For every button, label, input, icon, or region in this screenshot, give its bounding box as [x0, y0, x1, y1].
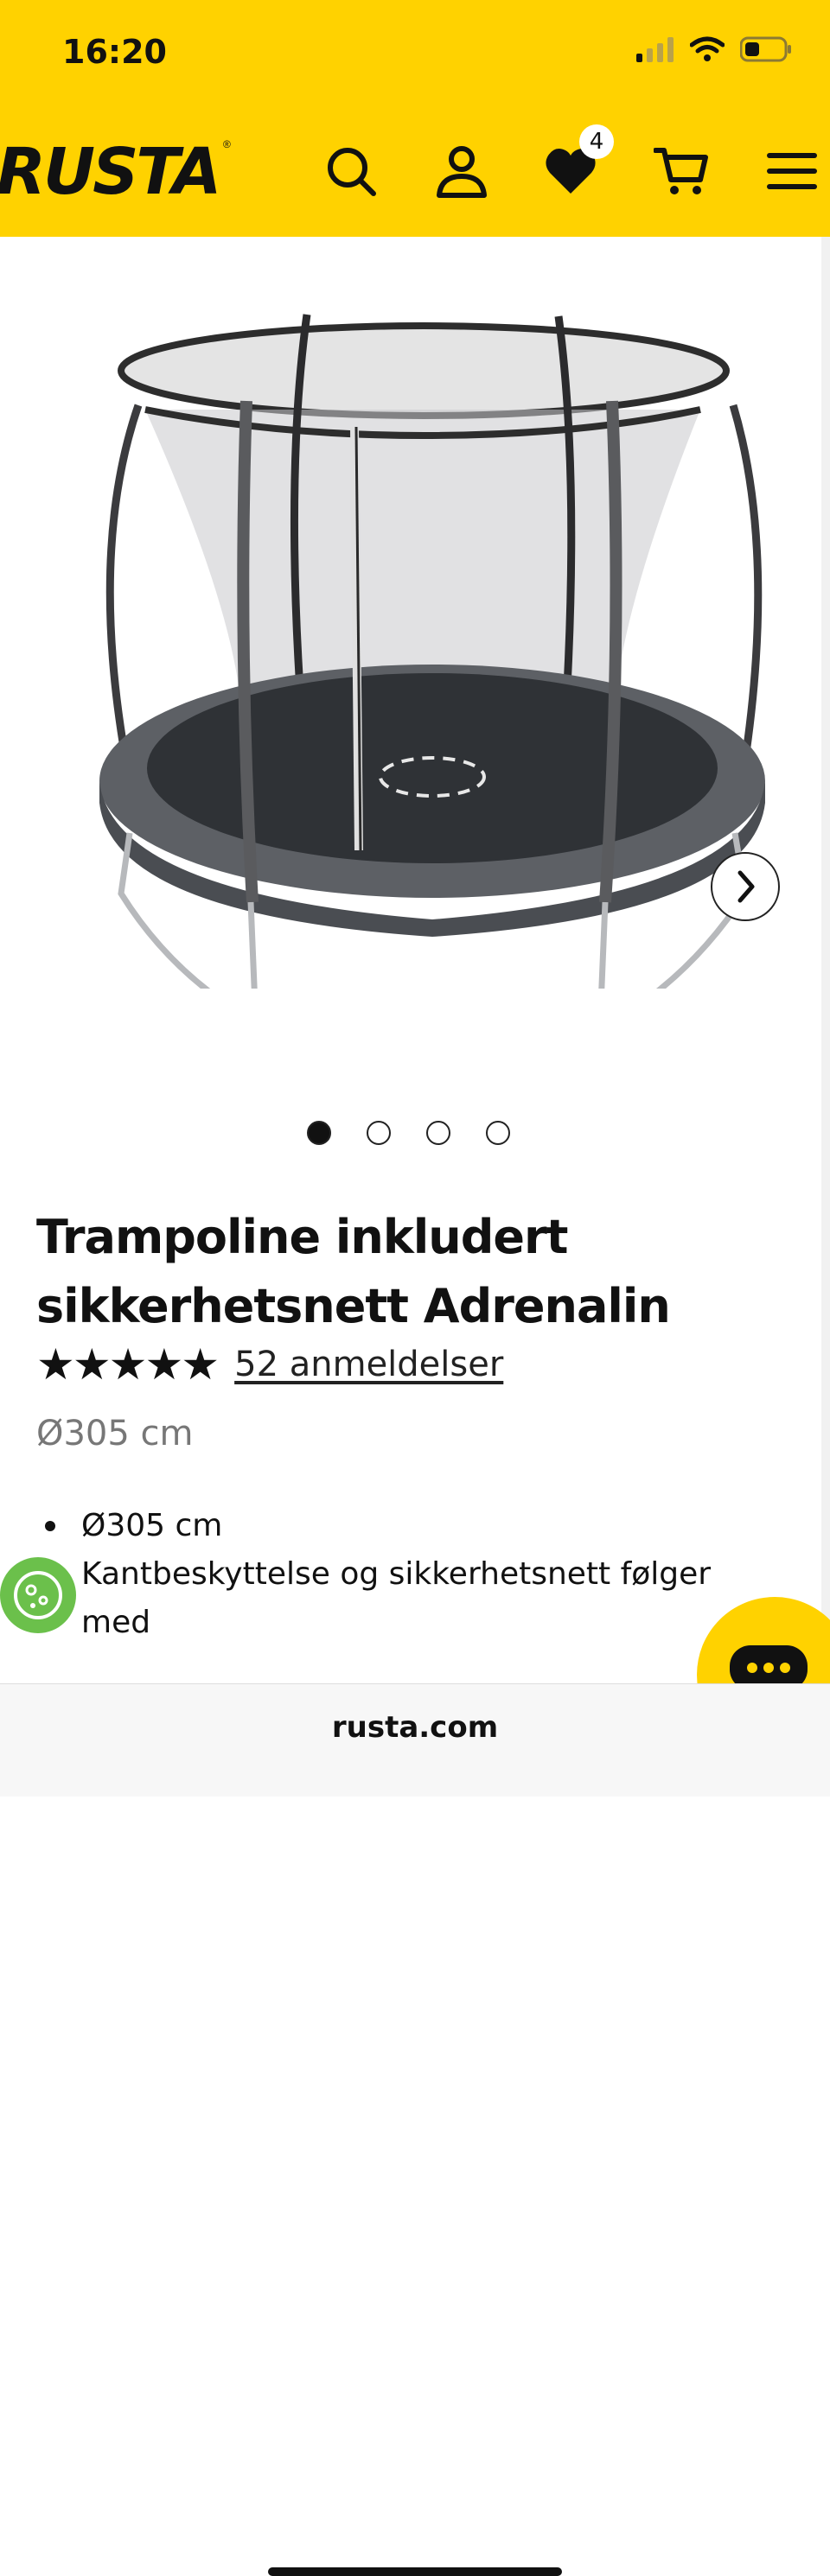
wishlist-count-badge: 4: [579, 124, 614, 159]
site-header: RUSTA ®: [0, 104, 830, 237]
signal-icon: [636, 37, 674, 62]
trampoline-product-image: [99, 314, 765, 989]
rating-stars: ★★★★★: [36, 1340, 220, 1389]
status-icons: [636, 36, 792, 62]
feature-item: Kantbeskyttelse og sikkerhetsnett følger…: [36, 1550, 745, 1647]
rating-row: ★★★★★ 52 anmeldelser: [36, 1339, 503, 1390]
search-icon[interactable]: [323, 143, 379, 199]
gallery-dot-3[interactable]: [426, 1121, 450, 1145]
battery-icon: [740, 36, 791, 62]
chevron-right-icon: [737, 870, 755, 903]
product-title: Trampoline inkludert sikkerhetsnett Adre…: [36, 1210, 671, 1333]
product-variant: Ø305 cm: [36, 1414, 194, 1453]
reviews-link[interactable]: 52 anmeldelser: [234, 1345, 503, 1384]
registered-mark: ®: [223, 138, 231, 150]
home-indicator: [268, 2567, 562, 2576]
gallery-dot-2[interactable]: [367, 1121, 391, 1145]
status-time: 16:20: [62, 33, 167, 71]
wifi-icon: [690, 36, 725, 61]
page-scrollbar[interactable]: [821, 237, 830, 1683]
browser-address-bar[interactable]: rusta.com: [0, 1683, 830, 2576]
account-icon[interactable]: [434, 143, 489, 199]
feature-item: Ø305 cm: [36, 1502, 745, 1550]
cookie-settings-button[interactable]: [0, 1552, 81, 1638]
rusta-logo[interactable]: RUSTA: [0, 135, 221, 209]
product-gallery[interactable]: [0, 237, 821, 1101]
gallery-dot-1[interactable]: [307, 1121, 331, 1145]
gallery-next-button[interactable]: [711, 852, 780, 921]
cart-icon[interactable]: [654, 143, 709, 199]
menu-icon[interactable]: [764, 143, 820, 199]
gallery-dot-4[interactable]: [486, 1121, 510, 1145]
status-bar: 16:20: [0, 0, 830, 104]
url-text[interactable]: rusta.com: [0, 1710, 830, 1745]
feature-list: Ø305 cm Kantbeskyttelse og sikkerhetsnet…: [36, 1502, 745, 1647]
gallery-pagination: [307, 1121, 510, 1145]
cookie-icon: [14, 1571, 62, 1619]
